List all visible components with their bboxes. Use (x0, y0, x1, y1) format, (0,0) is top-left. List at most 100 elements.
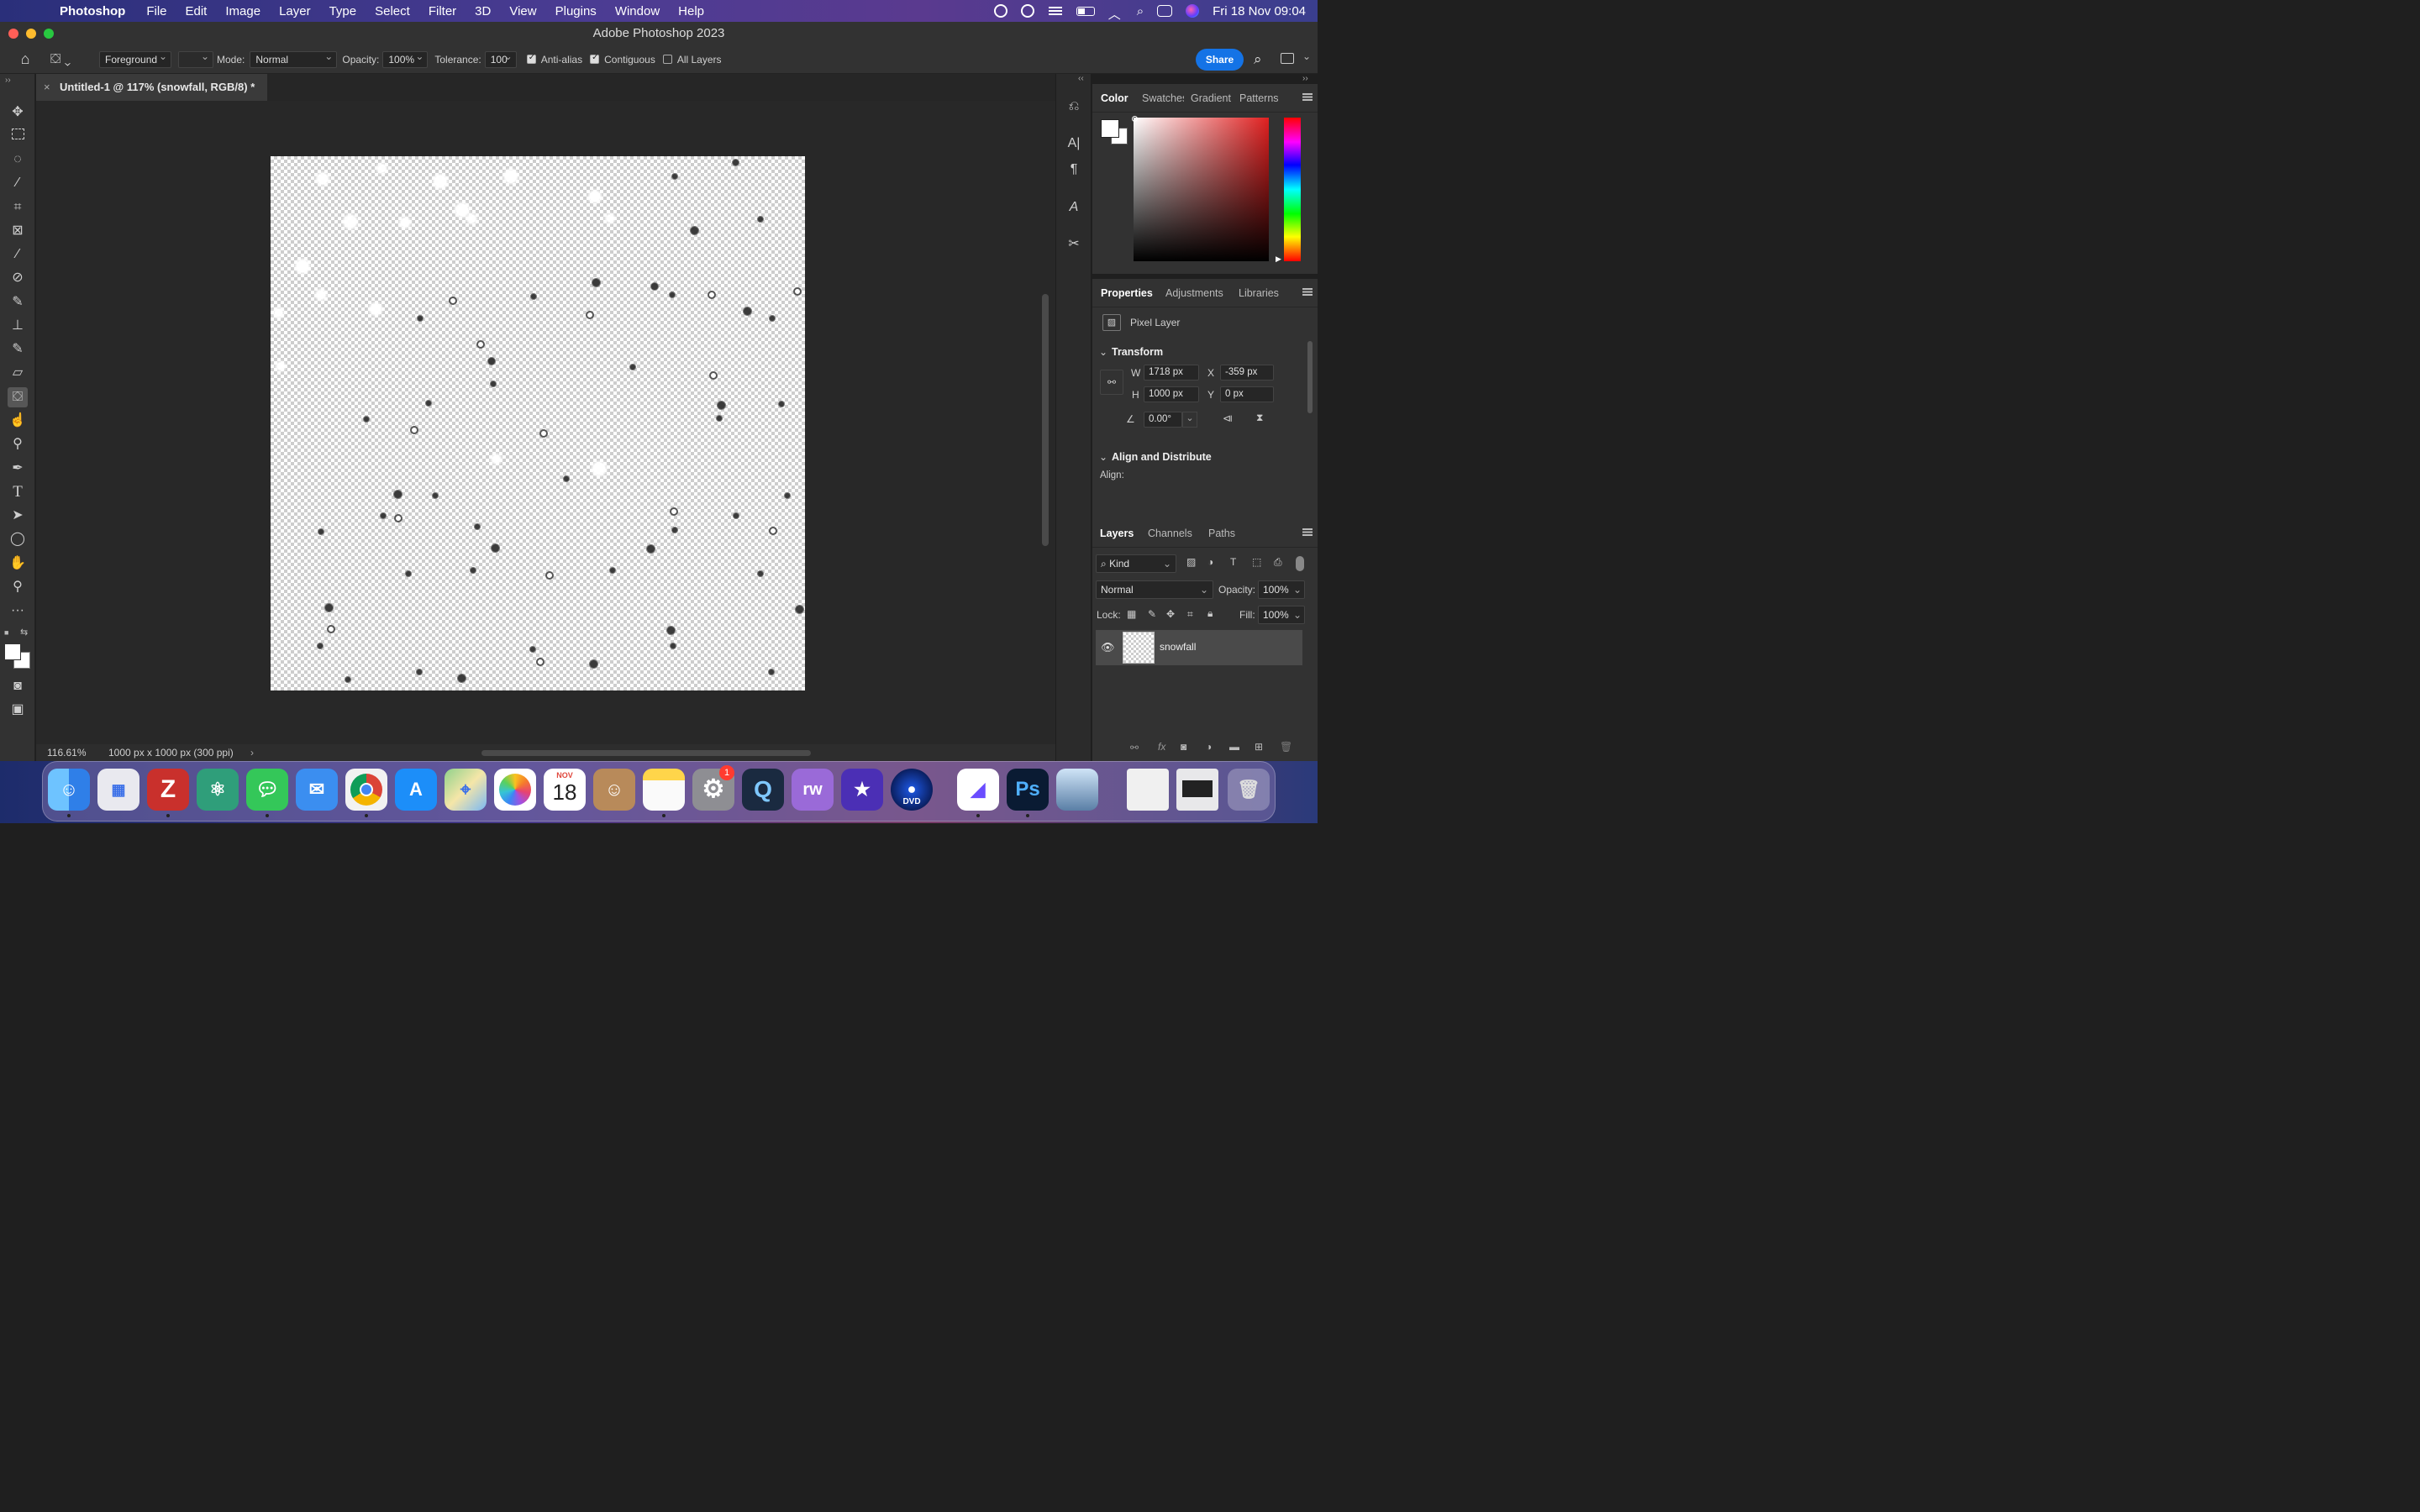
layer-visibility-eye-icon[interactable]: 👁︎ (1101, 641, 1115, 654)
default-colors-icon[interactable]: ■ (4, 628, 13, 637)
mail-icon[interactable]: ✉ (296, 769, 338, 811)
transform-section-title[interactable]: Transform (1112, 346, 1163, 358)
crop-tool-icon[interactable]: ⌗ (8, 197, 28, 218)
panel-menu-icon[interactable] (1302, 287, 1313, 296)
color-picker-marker[interactable] (1132, 116, 1138, 122)
link-layers-icon[interactable]: ⚯ (1130, 742, 1139, 753)
tab-adjustments[interactable]: Adjustments (1165, 279, 1223, 307)
filter-shape-icon[interactable]: ⬚ (1252, 556, 1261, 568)
flip-vertical-icon[interactable]: ⧗ (1256, 412, 1263, 424)
canvas-transparent-layer[interactable] (271, 156, 805, 690)
tab-layers[interactable]: Layers (1100, 519, 1134, 548)
contiguous-checkbox[interactable] (590, 53, 600, 64)
atom-icon[interactable]: ⚛ (197, 769, 239, 811)
recent-screenshots-icon[interactable] (1176, 769, 1218, 811)
menu-image[interactable]: Image (216, 4, 270, 18)
menu-help[interactable]: Help (669, 4, 713, 18)
pattern-picker-dropdown[interactable] (178, 50, 213, 68)
zoom-tool-icon[interactable]: ⚲ (8, 577, 28, 597)
screen-mode-icon[interactable]: ▣ (8, 700, 28, 720)
width-input[interactable]: 1718 px (1144, 365, 1199, 381)
lock-all-icon[interactable]: 🔒︎ (1207, 607, 1213, 620)
type-tool-icon[interactable]: T (8, 482, 28, 502)
antialias-option[interactable]: Anti-alias (526, 53, 582, 66)
menu-window[interactable]: Window (606, 4, 669, 18)
search-icon[interactable]: ⌕ (1254, 51, 1262, 68)
document-tab[interactable]: × Untitled-1 @ 117% (snowfall, RGB/8) * (36, 74, 267, 101)
character-panel-icon[interactable]: A| (1065, 134, 1083, 153)
contacts-icon[interactable]: ☺ (593, 769, 635, 811)
zoom-window-button[interactable] (44, 29, 54, 39)
wifi-icon[interactable]: ︿ (1108, 5, 1123, 22)
imovie-icon[interactable]: ★ (841, 769, 883, 811)
tool-presets-panel-icon[interactable]: ✂ (1065, 235, 1083, 254)
all-layers-option[interactable]: All Layers (662, 54, 722, 66)
photoshop-icon[interactable]: Ps (1007, 769, 1049, 811)
finder-icon[interactable]: ☺ (48, 769, 90, 811)
move-tool-icon[interactable]: ✥ (8, 102, 28, 123)
expand-panel-icon[interactable]: ›› (5, 76, 11, 85)
zotero-icon[interactable]: Z (147, 769, 189, 811)
eraser-tool-icon[interactable]: ▱ (8, 363, 28, 383)
height-input[interactable]: 1000 px (1144, 386, 1199, 402)
paint-bucket-tool-icon[interactable]: ⛋ (8, 387, 28, 407)
new-layer-icon[interactable]: ⊞ (1255, 741, 1263, 753)
filter-pixel-icon[interactable]: ▨ (1186, 556, 1196, 568)
tab-libraries[interactable]: Libraries (1239, 279, 1279, 307)
app-store-icon[interactable]: A (395, 769, 437, 811)
align-chevron-icon[interactable]: ⌄ (1099, 451, 1107, 463)
trash-icon[interactable]: 🗑︎ (1228, 769, 1270, 811)
layer-name[interactable]: snowfall (1160, 641, 1196, 653)
status-chevron-icon[interactable]: › (250, 744, 254, 761)
layer-filter-kind-dropdown[interactable]: ⌕ Kind ⌄ (1096, 554, 1176, 573)
transform-chevron-icon[interactable]: ⌄ (1099, 346, 1107, 358)
history-panel-icon[interactable]: ⎌ (1065, 97, 1083, 116)
filter-adjustment-icon[interactable]: ◑ (1207, 556, 1213, 568)
tab-color[interactable]: Color (1101, 84, 1128, 113)
filter-smart-object-icon[interactable]: ⎙ (1274, 556, 1282, 569)
document-size-info[interactable]: 1000 px x 1000 px (300 ppi) (108, 744, 234, 761)
sync-status-icon[interactable] (1020, 4, 1034, 18)
vertical-scrollbar[interactable] (1039, 101, 1055, 744)
menu-filter[interactable]: Filter (419, 4, 466, 18)
control-list-icon[interactable] (1048, 5, 1063, 17)
layer-fill-input[interactable]: 100% ⌄ (1258, 606, 1305, 624)
filter-type-icon[interactable]: T (1230, 556, 1236, 568)
lasso-tool-icon[interactable]: ◌ (8, 150, 28, 170)
ellipse-tool-icon[interactable]: ◯ (8, 529, 28, 549)
recent-documents-icon[interactable] (1127, 769, 1169, 811)
layer-row[interactable]: 👁︎ snowfall (1096, 630, 1302, 665)
all-layers-checkbox[interactable] (662, 54, 672, 64)
menu-3d[interactable]: 3D (466, 4, 500, 18)
home-icon[interactable]: ⌂ (0, 50, 50, 68)
smudge-tool-icon[interactable]: ☝ (8, 411, 28, 431)
frame-tool-icon[interactable]: ⊠ (8, 221, 28, 241)
color-field[interactable] (1134, 118, 1269, 261)
new-group-icon[interactable]: ▬ (1229, 741, 1239, 753)
more-tools-icon[interactable]: ··· (8, 601, 28, 621)
lock-position-icon[interactable]: ✥ (1166, 608, 1175, 620)
y-input[interactable]: 0 px (1220, 386, 1274, 402)
antialias-checkbox[interactable] (526, 53, 536, 64)
menu-plugins[interactable]: Plugins (546, 4, 606, 18)
lock-image-pixels-icon[interactable]: ✎ (1148, 608, 1156, 620)
battery-icon[interactable] (1076, 6, 1095, 16)
properties-scrollbar[interactable] (1307, 341, 1313, 413)
lock-transparent-pixels-icon[interactable]: ▦ (1127, 608, 1136, 620)
flip-horizontal-icon[interactable]: ⧏ (1223, 412, 1233, 424)
clone-stamp-tool-icon[interactable]: ⊥ (8, 316, 28, 336)
spotlight-search-icon[interactable]: ⌕ (1137, 4, 1144, 18)
tab-patterns[interactable]: Patterns (1239, 84, 1279, 113)
menu-layer[interactable]: Layer (270, 4, 320, 18)
panel-menu-icon[interactable] (1302, 92, 1313, 101)
align-section-title[interactable]: Align and Distribute (1112, 451, 1212, 463)
quicktime-icon[interactable]: Q (742, 769, 784, 811)
calendar-icon[interactable]: NOV 18 (544, 769, 586, 811)
menu-type[interactable]: Type (320, 4, 366, 18)
horizontal-scroll-thumb[interactable] (481, 750, 811, 756)
add-mask-icon[interactable]: ◙ (1181, 741, 1186, 753)
tab-swatches[interactable]: Swatches (1142, 84, 1184, 113)
tolerance-input[interactable]: 100 (484, 50, 517, 68)
roadmap-icon[interactable]: rw (792, 769, 834, 811)
pen-tool-icon[interactable]: ✒ (8, 459, 28, 479)
